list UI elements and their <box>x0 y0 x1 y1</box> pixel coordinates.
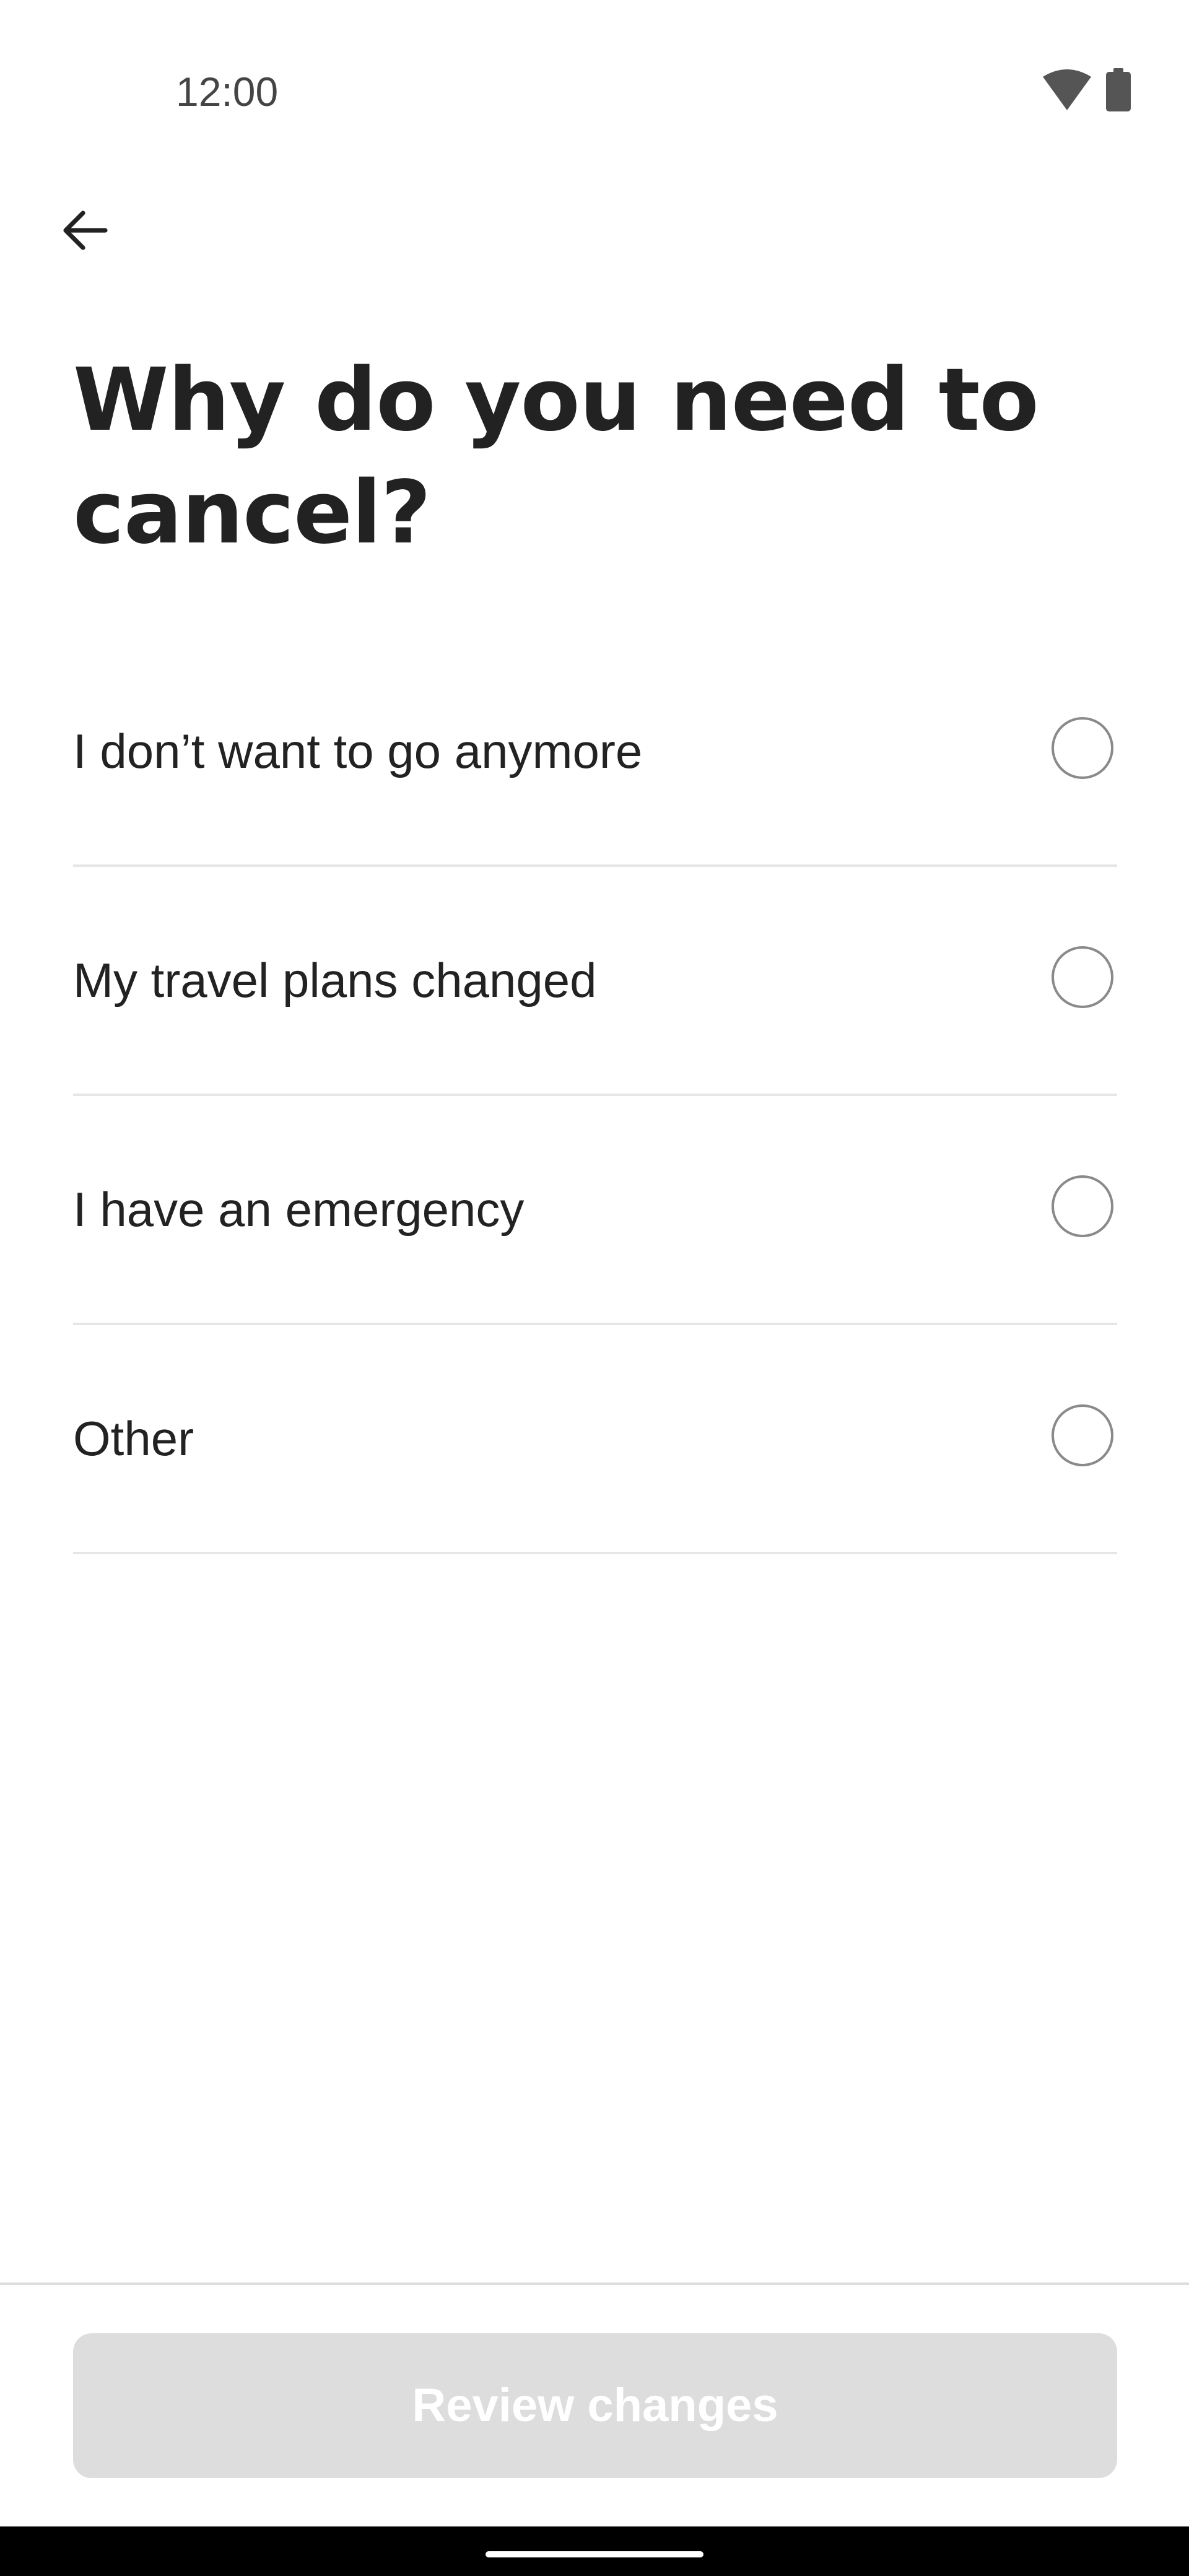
option-emergency[interactable]: I have an emergency <box>73 1096 1117 1325</box>
option-label: Other <box>73 1411 194 1466</box>
radio-button[interactable] <box>1052 717 1113 779</box>
review-changes-button[interactable]: Review changes <box>73 2333 1117 2478</box>
radio-button[interactable] <box>1052 1175 1113 1237</box>
option-label: My travel plans changed <box>73 953 597 1007</box>
wifi-icon <box>1043 69 1091 110</box>
option-label: I don’t want to go anymore <box>73 724 643 778</box>
option-other[interactable]: Other <box>73 1325 1117 1554</box>
status-bar: 12:00 <box>0 0 1189 186</box>
back-button[interactable] <box>41 186 130 275</box>
battery-icon <box>1106 68 1131 111</box>
footer: Review changes <box>0 2282 1189 2526</box>
radio-button[interactable] <box>1052 946 1113 1008</box>
system-nav-bar <box>0 2526 1189 2576</box>
home-indicator[interactable] <box>486 2551 703 2557</box>
radio-button[interactable] <box>1052 1404 1113 1466</box>
page-title: Why do you need to cancel? <box>73 350 1039 564</box>
cancel-reason-list: I don’t want to go anymore My travel pla… <box>73 638 1117 1554</box>
arrow-left-icon <box>63 211 108 250</box>
status-time: 12:00 <box>176 69 279 115</box>
option-label: I have an emergency <box>73 1182 525 1237</box>
option-dont-want-to-go[interactable]: I don’t want to go anymore <box>73 638 1117 867</box>
option-travel-plans-changed[interactable]: My travel plans changed <box>73 867 1117 1096</box>
